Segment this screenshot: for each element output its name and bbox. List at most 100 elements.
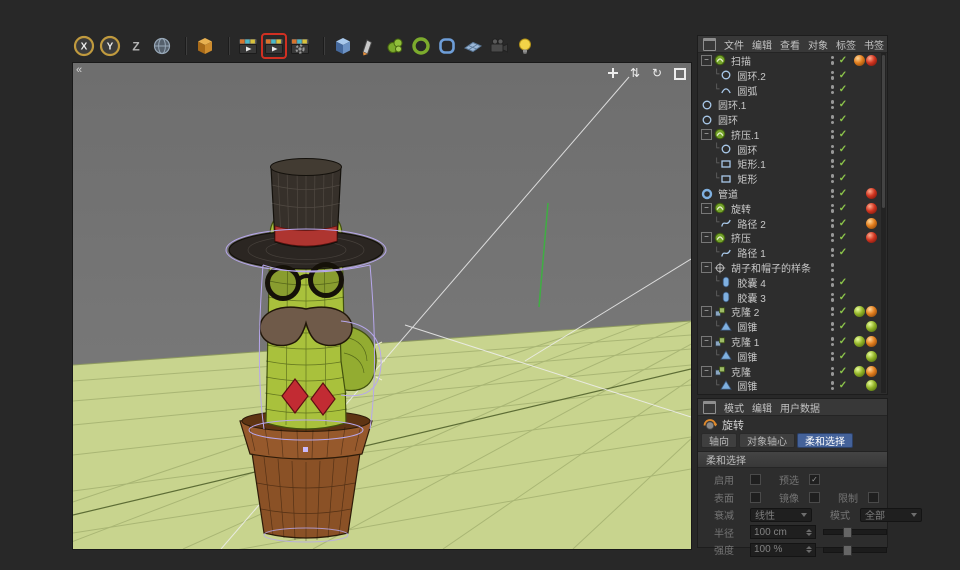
- object-label[interactable]: 克隆 1: [731, 334, 759, 349]
- object-label[interactable]: 圆环.1: [718, 97, 746, 112]
- workplane-button[interactable]: [193, 34, 217, 58]
- object-label[interactable]: 挤压.1: [731, 127, 759, 142]
- visibility-dots[interactable]: [828, 204, 837, 213]
- enable-check[interactable]: ✓: [837, 277, 849, 288]
- menu-objects[interactable]: 对象: [808, 37, 828, 52]
- tree-expander[interactable]: −: [701, 203, 712, 214]
- coordinate-system-button[interactable]: [150, 34, 174, 58]
- tree-expander[interactable]: −: [701, 366, 712, 377]
- radius-slider[interactable]: [823, 529, 887, 535]
- enable-check[interactable]: ✓: [837, 203, 849, 214]
- object-row[interactable]: └圆环✓: [699, 142, 880, 157]
- generators-button[interactable]: [409, 34, 433, 58]
- tree-expander[interactable]: −: [701, 306, 712, 317]
- visibility-dots[interactable]: [828, 159, 837, 168]
- object-label[interactable]: 矩形: [737, 171, 757, 186]
- edit-render-settings-button[interactable]: [288, 34, 312, 58]
- material-tag-orange[interactable]: [866, 366, 877, 377]
- visibility-dots[interactable]: [828, 381, 837, 390]
- palette-collapse-toggle[interactable]: «: [76, 64, 82, 76]
- enable-check[interactable]: ✓: [837, 99, 849, 110]
- visibility-dots[interactable]: [828, 130, 837, 139]
- tree-expander[interactable]: −: [701, 232, 712, 243]
- material-tag-orange[interactable]: [866, 336, 877, 347]
- tab-axis[interactable]: 轴向: [701, 433, 737, 448]
- object-row[interactable]: └圆锥✓: [699, 349, 880, 364]
- radius-field[interactable]: 100 cm: [750, 525, 816, 539]
- deformers-button[interactable]: [435, 34, 459, 58]
- material-tag-green[interactable]: [866, 321, 877, 332]
- dolly-icon[interactable]: ⇅: [628, 66, 642, 80]
- object-label[interactable]: 圆环: [737, 142, 757, 157]
- axis-y-lock-button[interactable]: Y: [98, 34, 122, 58]
- object-label[interactable]: 路径 2: [737, 216, 765, 231]
- object-row[interactable]: └圆锥✓: [699, 319, 880, 334]
- enable-checkbox[interactable]: [750, 474, 761, 485]
- restrict-checkbox[interactable]: [868, 492, 879, 503]
- visibility-dots[interactable]: [828, 307, 837, 316]
- material-tag-green[interactable]: [854, 336, 865, 347]
- object-label[interactable]: 挤压: [731, 230, 751, 245]
- object-row[interactable]: └路径 2✓: [699, 216, 880, 231]
- object-row[interactable]: └圆环.2✓: [699, 68, 880, 83]
- pen-spline-button[interactable]: [357, 34, 381, 58]
- object-label[interactable]: 矩形.1: [737, 156, 765, 171]
- axis-x-lock-button[interactable]: X: [72, 34, 96, 58]
- enable-check[interactable]: ✓: [837, 292, 849, 303]
- render-picture-viewer-button[interactable]: [262, 34, 286, 58]
- object-label[interactable]: 胶囊 4: [737, 275, 765, 290]
- enable-check[interactable]: ✓: [837, 306, 849, 317]
- tab-soft-selection[interactable]: 柔和选择: [797, 433, 853, 448]
- panel-icon[interactable]: [703, 38, 716, 51]
- visibility-dots[interactable]: [828, 263, 837, 272]
- object-manager-scrollbar[interactable]: [881, 53, 886, 393]
- menu-tags[interactable]: 标签: [836, 37, 856, 52]
- enable-check[interactable]: ✓: [837, 351, 849, 362]
- axis-z-lock-button[interactable]: Z: [124, 34, 148, 58]
- material-tag-orange[interactable]: [866, 218, 877, 229]
- object-row[interactable]: −胡子和帽子的样条: [699, 260, 880, 275]
- enable-check[interactable]: ✓: [837, 173, 849, 184]
- visibility-dots[interactable]: [828, 189, 837, 198]
- object-label[interactable]: 圆锥: [737, 319, 757, 334]
- surface-checkbox[interactable]: [750, 492, 761, 503]
- visibility-dots[interactable]: [828, 56, 837, 65]
- tab-object-axis[interactable]: 对象轴心: [739, 433, 795, 448]
- enable-check[interactable]: ✓: [837, 55, 849, 66]
- menu-edit[interactable]: 编辑: [752, 37, 772, 52]
- menu-edit[interactable]: 编辑: [752, 400, 772, 415]
- visibility-dots[interactable]: [828, 145, 837, 154]
- material-tag-orange[interactable]: [866, 306, 877, 317]
- floor-environment-button[interactable]: [461, 34, 485, 58]
- strength-field[interactable]: 100 %: [750, 543, 816, 557]
- tree-expander[interactable]: −: [701, 262, 712, 273]
- strength-slider[interactable]: [823, 547, 887, 553]
- light-button[interactable]: [513, 34, 537, 58]
- visibility-dots[interactable]: [828, 71, 837, 80]
- material-tag-green[interactable]: [854, 366, 865, 377]
- enable-check[interactable]: ✓: [837, 247, 849, 258]
- material-tag-red[interactable]: [866, 232, 877, 243]
- enable-check[interactable]: ✓: [837, 380, 849, 391]
- object-row[interactable]: └胶囊 3✓: [699, 290, 880, 305]
- object-label[interactable]: 旋转: [731, 201, 751, 216]
- enable-check[interactable]: ✓: [837, 70, 849, 81]
- object-row[interactable]: −扫描✓: [699, 53, 880, 68]
- section-header[interactable]: 柔和选择: [698, 451, 887, 468]
- object-label[interactable]: 管道: [718, 186, 738, 201]
- visibility-dots[interactable]: [828, 337, 837, 346]
- toggle-view-icon[interactable]: [672, 66, 686, 80]
- enable-check[interactable]: ✓: [837, 144, 849, 155]
- object-label[interactable]: 圆环.2: [737, 68, 765, 83]
- object-row[interactable]: 管道✓: [699, 186, 880, 201]
- object-label[interactable]: 克隆 2: [731, 304, 759, 319]
- visibility-dots[interactable]: [828, 219, 837, 228]
- object-label[interactable]: 路径 1: [737, 245, 765, 260]
- object-row[interactable]: 圆环✓: [699, 112, 880, 127]
- enable-check[interactable]: ✓: [837, 114, 849, 125]
- visibility-dots[interactable]: [828, 115, 837, 124]
- enable-check[interactable]: ✓: [837, 218, 849, 229]
- object-row[interactable]: −克隆✓: [699, 364, 880, 379]
- object-label[interactable]: 胶囊 3: [737, 290, 765, 305]
- spline-point-handle[interactable]: [303, 447, 308, 452]
